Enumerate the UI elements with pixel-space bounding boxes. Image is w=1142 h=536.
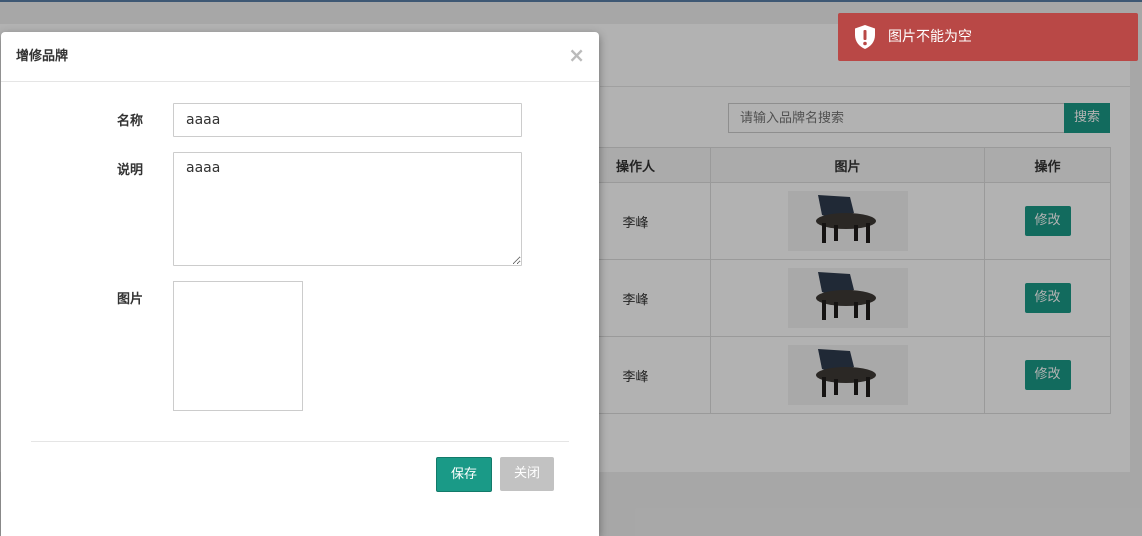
footer-divider: [31, 441, 569, 442]
name-input[interactable]: [173, 103, 522, 137]
brand-edit-modal: 增修品牌 × 名称 说明 aaaa 图片 保存 关闭: [1, 32, 599, 536]
error-toast: 图片不能为空: [838, 13, 1138, 61]
image-label: 图片: [116, 292, 143, 307]
name-label: 名称: [116, 114, 143, 129]
modal-header: 增修品牌 ×: [1, 32, 599, 82]
description-textarea[interactable]: aaaa: [173, 152, 522, 266]
close-icon[interactable]: ×: [568, 45, 585, 65]
shield-alert-icon: [853, 24, 877, 50]
close-button[interactable]: 关闭: [500, 457, 554, 491]
save-button[interactable]: 保存: [436, 457, 492, 492]
toast-message: 图片不能为空: [888, 29, 972, 45]
modal-title: 增修品牌: [16, 49, 69, 64]
image-upload-box[interactable]: [173, 281, 303, 411]
description-label: 说明: [116, 163, 143, 178]
